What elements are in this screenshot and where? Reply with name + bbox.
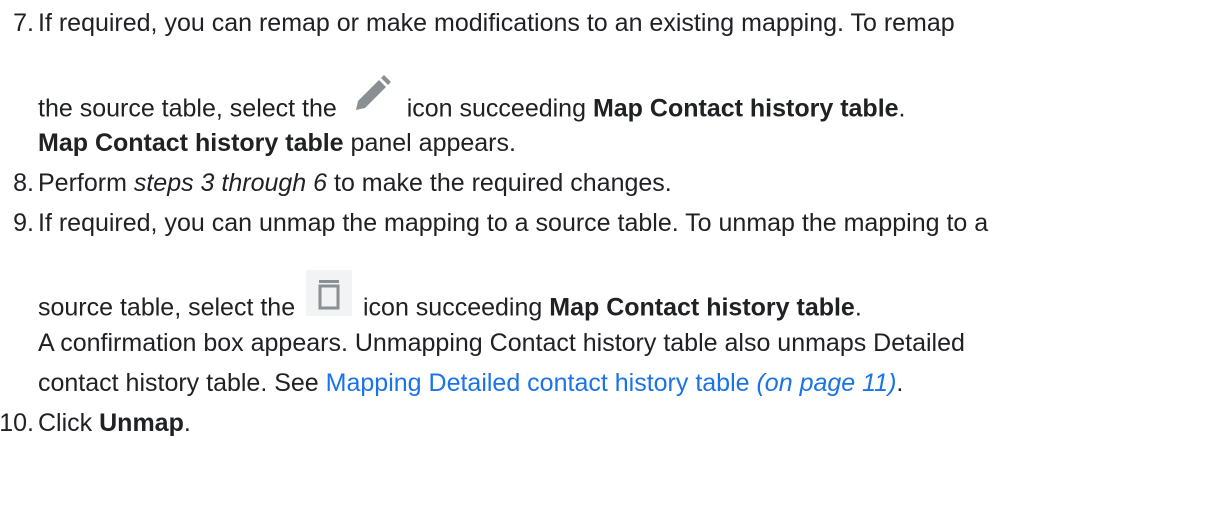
document-page: { "steps": [ { "number": "7.", "line1": …	[0, 0, 1210, 510]
step-number: 8.	[13, 169, 34, 197]
ui-reference: Unmap	[99, 409, 184, 437]
step-10-line-1: 10. Click Unmap.	[0, 406, 1210, 440]
step-text-fragment: the source table, select the	[38, 94, 337, 123]
step-number: 9.	[13, 209, 34, 237]
step-text-fragment: panel appears.	[350, 129, 516, 157]
ui-reference: Map Contact history table	[549, 293, 855, 322]
step-text-fragment: .	[896, 369, 904, 397]
step-8-line-1: 8. Perform steps 3 through 6 to make the…	[0, 166, 1210, 200]
step-text: A confirmation box appears. Unmapping Co…	[38, 329, 965, 357]
step-text-fragment: icon succeeding	[406, 94, 586, 123]
step-7-line-1: 7. If required, you can remap or make mo…	[0, 6, 1210, 40]
pencil-icon	[348, 70, 396, 118]
step-text-fragment: icon succeeding	[363, 293, 543, 322]
step-text-fragment: contact history table. See	[38, 369, 319, 397]
link-page-reference: (on page 11)	[756, 369, 897, 397]
step-text-line: Perform steps 3 through 6 to make the re…	[38, 166, 672, 200]
step-9-line-1: 9. If required, you can unmap the mappin…	[0, 206, 1210, 240]
step-text-fragment: source table, select the	[38, 293, 296, 322]
step-text-line: Map Contact history table panel appears.	[38, 126, 516, 160]
ui-reference: Map Contact history table	[592, 94, 899, 123]
step-number: 7.	[13, 9, 34, 37]
step-text-fragment: .	[183, 409, 191, 437]
link-text: Mapping Detailed contact history table	[325, 369, 750, 397]
step-9-line-3: A confirmation box appears. Unmapping Co…	[0, 326, 1210, 360]
step-text-fragment: to make the required changes.	[334, 169, 672, 197]
step-9-line-2: source table, select the icon succeeding…	[0, 270, 1210, 322]
step-text-fragment: Perform	[38, 169, 127, 197]
step-text-fragment: .	[898, 94, 906, 123]
step-text-fragment: Click	[38, 409, 93, 437]
cross-reference-link[interactable]: Mapping Detailed contact history table (…	[326, 369, 897, 397]
step-text-fragment: .	[854, 293, 862, 322]
step-text: If required, you can remap or make modif…	[38, 9, 955, 37]
ui-reference: Map Contact history table	[38, 129, 344, 157]
step-9-line-4: contact history table. See Mapping Detai…	[0, 366, 1210, 400]
step-7-line-2: the source table, select the icon succee…	[0, 75, 1210, 123]
step-number: 10.	[0, 409, 34, 437]
step-text: If required, you can unmap the mapping t…	[38, 209, 989, 237]
step-reference: steps 3 through 6	[133, 169, 328, 197]
step-7-line-3: Map Contact history table panel appears.	[0, 126, 1210, 160]
step-text-line: Click Unmap.	[38, 406, 191, 440]
step-text-line: contact history table. See Mapping Detai…	[38, 366, 903, 400]
trash-icon	[306, 270, 353, 316]
